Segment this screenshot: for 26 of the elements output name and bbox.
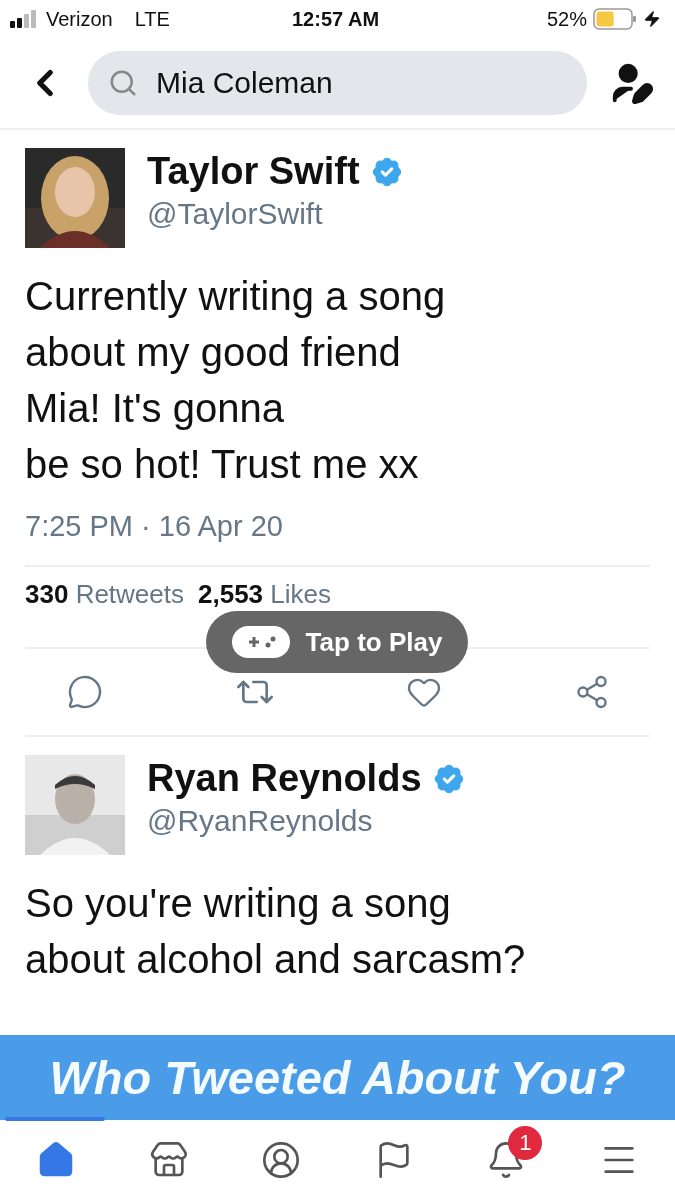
carrier-name: Verizon	[46, 7, 113, 31]
signal-icon	[10, 10, 38, 28]
charging-icon	[643, 10, 661, 28]
gamepad-icon	[231, 626, 290, 658]
author-name: Taylor Swift	[147, 150, 360, 193]
tweet-text: Currently writing a song about my good friend Mia! It's gonna be so hot! Trust me xx	[25, 273, 447, 488]
author-name: Ryan Reynolds	[147, 757, 422, 800]
tweet-text: So you're writing a song about alcohol and sarcasm?	[25, 880, 527, 983]
tweet-timestamp: 7:25 PM · 16 Apr 20	[25, 510, 284, 543]
author-handle: @RyanReynolds	[147, 804, 374, 838]
battery-icon	[593, 8, 637, 30]
search-input[interactable]: Mia Coleman	[156, 66, 496, 100]
retweet-count: 330 Retweets	[25, 579, 185, 610]
network-type: LTE	[134, 7, 170, 31]
bell-tab[interactable]: 1	[470, 1126, 543, 1194]
clock: 12:57 AM	[291, 7, 380, 31]
profile-icon	[261, 1140, 302, 1180]
search-icon	[108, 68, 138, 98]
battery-percentage: 52%	[547, 7, 587, 31]
tap-to-play-toast[interactable]: Tap to Play	[206, 611, 468, 673]
author-handle: @TaylorSwift	[147, 197, 324, 231]
banner-text: Who Tweeted About You?	[49, 1050, 626, 1105]
notification-count: 1	[508, 1126, 543, 1160]
reply-icon[interactable]	[67, 674, 103, 710]
like-count: 2,553 Likes	[198, 579, 333, 610]
search-field[interactable]: Mia Coleman	[88, 51, 587, 115]
